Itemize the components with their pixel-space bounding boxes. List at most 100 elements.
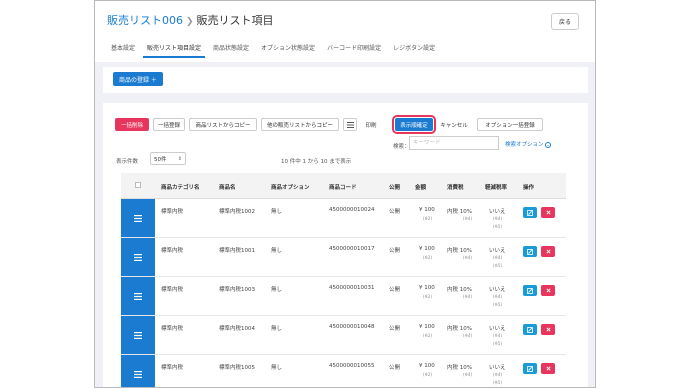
back-button[interactable]: 戻る: [551, 13, 579, 30]
cell-code: 4500000010048: [329, 324, 375, 330]
cell-tax: 内税 10%: [447, 248, 472, 254]
column-header-name[interactable]: 商品名: [219, 183, 236, 191]
cell-reduced-rate: いいえ: [489, 287, 506, 293]
cell-reduced-note: (※4): [493, 372, 503, 377]
delete-button[interactable]: [541, 324, 555, 335]
tab-basic-settings[interactable]: 基本設定: [107, 43, 139, 58]
drag-handle-icon: [134, 292, 142, 300]
cell-option: 無し: [271, 248, 283, 254]
print-button[interactable]: 印刷: [363, 118, 379, 131]
cell-option: 無し: [271, 326, 283, 332]
cell-price-note: (※2): [423, 372, 433, 377]
option-bulk-register-button[interactable]: オプション一括登録: [477, 118, 543, 131]
cell-name: 標準内税1003: [219, 287, 255, 293]
drag-handle[interactable]: [121, 277, 155, 315]
table-header: 商品カテゴリ名 商品名 商品オプション 商品コード 公開 金額 消費税 軽減税率…: [121, 173, 566, 199]
drag-handle[interactable]: [121, 355, 155, 387]
cell-price-note: (※2): [423, 333, 433, 338]
edit-icon: [527, 365, 533, 372]
cell-reduced-note: (※4): [493, 333, 503, 338]
cell-category: 標準内税: [161, 287, 184, 293]
column-header-reduced-rate[interactable]: 軽減税率: [485, 183, 507, 191]
column-header-tax[interactable]: 消費税: [447, 183, 464, 191]
edit-icon: [527, 326, 533, 333]
column-header-public[interactable]: 公開: [389, 183, 400, 191]
display-count-label: 表示件数: [116, 159, 139, 165]
delete-button[interactable]: [541, 246, 555, 257]
edit-button[interactable]: [523, 246, 537, 257]
list-icon: [346, 121, 354, 128]
page-header: 販売リスト006 ❯ 販売リスト項目 戻る 基本設定 販売リスト項目設定 商品状態設…: [95, 1, 595, 62]
edit-icon: [527, 248, 533, 255]
table-row: 標準内税 標準内税1003 無し 4500000010031 公開 ¥ 100 …: [121, 277, 566, 316]
drag-handle[interactable]: [121, 199, 155, 237]
cell-code: 4500000010031: [329, 285, 375, 291]
bulk-register-button[interactable]: 一括登録: [153, 118, 185, 131]
close-icon: [545, 288, 551, 293]
cell-code: 4500000010024: [329, 207, 375, 213]
cancel-button[interactable]: キャンセル: [437, 118, 471, 131]
per-page-select[interactable]: 50件 ⇕: [150, 152, 186, 165]
search-input[interactable]: [409, 136, 499, 150]
cell-reduced-note: (※4): [493, 255, 503, 260]
cell-code: 4500000010055: [329, 363, 375, 369]
drag-handle[interactable]: [121, 238, 155, 276]
cell-reduced-note-2: (※5): [493, 224, 503, 229]
drag-handle[interactable]: [121, 316, 155, 354]
close-icon: [545, 210, 551, 215]
cell-reduced-note: (※4): [493, 294, 503, 299]
column-header-code[interactable]: 商品コード: [329, 183, 357, 191]
edit-button[interactable]: [523, 363, 537, 374]
cell-tax-note: (※4): [463, 333, 473, 338]
cell-price: ¥ 100: [419, 207, 435, 213]
edit-button[interactable]: [523, 207, 537, 218]
tab-product-status-settings[interactable]: 商品状態設定: [209, 43, 253, 58]
cell-price: ¥ 100: [419, 363, 435, 369]
column-header-price[interactable]: 金額: [415, 183, 426, 191]
tab-option-status-settings[interactable]: オプション状態設定: [257, 43, 319, 58]
tab-register-button-settings[interactable]: レジボタン設定: [389, 43, 439, 58]
tab-bar: 基本設定 販売リスト項目設定 商品状態設定 オプション状態設定 バーコード印刷設…: [107, 43, 443, 58]
cell-price: ¥ 100: [419, 246, 435, 252]
tab-barcode-print-settings[interactable]: バーコード印刷設定: [323, 43, 385, 58]
search-label: 検索：: [393, 144, 410, 150]
cell-reduced-rate: いいえ: [489, 209, 506, 215]
search-options-link[interactable]: 検索オプション ⌄: [505, 140, 552, 148]
edit-button[interactable]: [523, 285, 537, 296]
cell-tax: 内税 10%: [447, 326, 472, 332]
chevron-right-icon: ❯: [186, 17, 194, 27]
cell-public: 公開: [389, 326, 401, 332]
select-arrow-icon: ⇕: [177, 155, 182, 162]
edit-icon: [527, 287, 533, 294]
list-view-button[interactable]: [343, 118, 357, 131]
product-table: 商品カテゴリ名 商品名 商品オプション 商品コード 公開 金額 消費税 軽減税率…: [121, 173, 566, 387]
register-panel: 商品の登録 ＋: [103, 67, 588, 93]
drag-handle-icon: [134, 214, 142, 222]
copy-from-other-list-button[interactable]: 他の販売リストからコピー: [261, 118, 339, 131]
breadcrumb-parent-link[interactable]: 販売リスト006: [107, 14, 183, 27]
delete-button[interactable]: [541, 363, 555, 374]
copy-from-product-list-button[interactable]: 商品リストからコピー: [189, 118, 257, 131]
app-window: 販売リスト006 ❯ 販売リスト項目 戻る 基本設定 販売リスト項目設定 商品状態設…: [94, 0, 596, 388]
cell-reduced-rate: いいえ: [489, 365, 506, 371]
column-header-option[interactable]: 商品オプション: [271, 183, 310, 191]
bulk-delete-button[interactable]: 一括削除: [115, 118, 149, 131]
edit-button[interactable]: [523, 324, 537, 335]
result-summary: 10 件中 1 から 10 まで表示: [281, 159, 352, 165]
register-product-button[interactable]: 商品の登録 ＋: [113, 72, 163, 86]
tab-list-item-settings[interactable]: 販売リスト項目設定: [143, 43, 206, 58]
delete-button[interactable]: [541, 207, 555, 218]
cell-reduced-note-2: (※5): [493, 263, 503, 268]
cell-public: 公開: [389, 365, 401, 371]
delete-button[interactable]: [541, 285, 555, 296]
confirm-display-order-button[interactable]: 表示順確定: [392, 115, 436, 134]
cell-reduced-note-2: (※5): [493, 380, 503, 385]
column-header-actions: 操作: [523, 185, 535, 191]
select-all-checkbox[interactable]: [135, 182, 141, 188]
cell-price: ¥ 100: [419, 285, 435, 291]
column-header-category[interactable]: 商品カテゴリ名: [161, 183, 200, 191]
cell-tax: 内税 10%: [447, 287, 472, 293]
breadcrumb: 販売リスト006 ❯ 販売リスト項目: [107, 14, 274, 29]
table-body: 標準内税 標準内税1002 無し 4500000010024 公開 ¥ 100 …: [121, 199, 566, 387]
cell-category: 標準内税: [161, 326, 184, 332]
